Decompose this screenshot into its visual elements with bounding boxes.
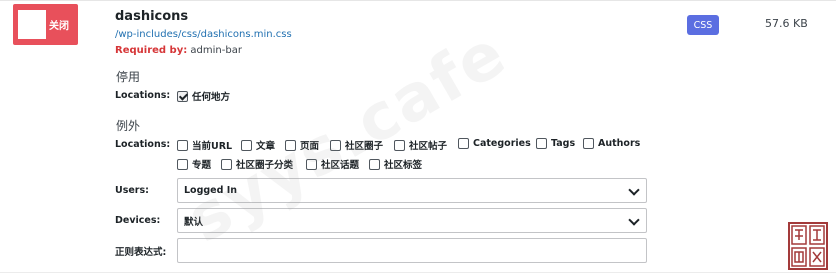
option-label: Categories [473,138,531,149]
exception-option-circles[interactable]: 社区圈子 [330,138,383,152]
exception-option-authors[interactable]: Authors [583,138,640,149]
users-label: Users: [115,185,149,196]
checkbox[interactable] [369,158,380,170]
checkbox[interactable] [241,139,252,151]
option-label: 专题 [192,160,212,171]
exception-option-community-topics[interactable]: 社区话题 [306,157,359,171]
unload-locations-label: Locations: [115,90,171,101]
regex-label: 正则表达式: [115,247,167,258]
asset-toggle-switch[interactable]: 关闭 [13,4,78,45]
users-select-value: Logged In [184,185,238,196]
unload-option-everywhere[interactable]: 任何地方 [177,89,230,103]
toggle-label: 关闭 [49,21,69,32]
checkbox[interactable] [583,138,594,149]
unload-heading: 停用 [116,70,141,84]
option-label: Tags [551,138,576,149]
option-label: 社区话题 [321,160,360,171]
checkbox[interactable] [285,139,296,151]
exception-option-current-url[interactable]: 当前URL [177,138,232,152]
checkbox[interactable] [330,139,341,151]
devices-select[interactable]: 默认 [177,208,647,233]
option-label: 文章 [256,141,276,152]
required-by-value: admin-bar [190,45,242,56]
asset-path-link[interactable]: /wp-includes/css/dashicons.min.css [115,29,292,40]
asset-name: dashicons [115,9,189,24]
regex-input[interactable] [177,238,647,263]
exception-option-circle-categories[interactable]: 社区圈子分类 [221,157,293,171]
users-select[interactable]: Logged In [177,178,647,203]
option-label: 当前URL [192,141,233,152]
option-label: Authors [598,138,641,149]
checkbox[interactable] [536,138,547,149]
exception-option-tags[interactable]: Tags [536,138,575,149]
devices-select-value: 默认 [184,216,204,228]
option-label: 社区圈子 [345,141,384,152]
exception-option-topics-posts[interactable]: 社区帖子 [394,138,447,152]
exception-option-categories[interactable]: Categories [458,138,531,149]
exception-option-community-tags[interactable]: 社区标签 [369,157,422,171]
exceptions-heading: 例外 [116,119,141,133]
bottom-divider [0,272,836,273]
required-by: Required by: admin-bar [115,45,242,56]
checkbox[interactable] [177,90,188,102]
devices-label: Devices: [115,215,161,226]
top-divider [0,0,836,1]
exception-option-posts[interactable]: 文章 [241,138,275,152]
exceptions-locations-label: Locations: [115,139,171,150]
option-label: 社区帖子 [409,141,448,152]
option-label: 任何地方 [192,92,231,103]
asset-size: 57.6 KB [765,17,808,30]
chevron-down-icon [628,214,640,226]
checkbox[interactable] [221,158,232,170]
required-by-label: Required by: [115,45,188,56]
chevron-down-icon [628,184,640,196]
option-label: 页面 [300,141,320,152]
checkbox[interactable] [177,158,188,170]
checkbox[interactable] [458,138,469,149]
seal-stamp-icon [788,222,828,270]
exception-option-specials[interactable]: 专题 [177,157,211,171]
checkbox[interactable] [177,139,188,151]
exception-option-pages[interactable]: 页面 [285,138,319,152]
option-label: 社区圈子分类 [236,160,294,171]
checkbox[interactable] [394,139,405,151]
option-label: 社区标签 [384,160,423,171]
checkbox[interactable] [306,158,317,170]
toggle-knob [18,10,46,39]
asset-type-badge: CSS [687,15,719,35]
